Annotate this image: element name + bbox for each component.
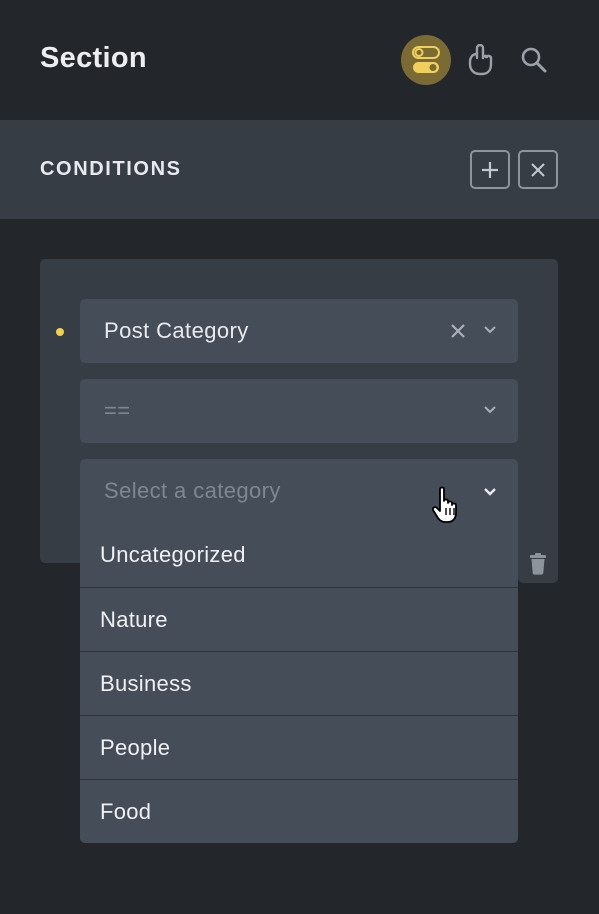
hand-cursor-icon	[432, 486, 457, 523]
toggles-button[interactable]	[401, 35, 451, 85]
toggles-icon	[412, 46, 440, 73]
dropdown-option[interactable]: People	[80, 715, 518, 779]
category-dropdown-menu: Uncategorized Nature Business People Foo…	[80, 523, 518, 843]
dropdown-option[interactable]: Business	[80, 651, 518, 715]
pointer-hand-icon	[468, 44, 493, 76]
search-button[interactable]	[509, 35, 559, 85]
plus-icon	[482, 161, 498, 178]
dropdown-option[interactable]: Food	[80, 779, 518, 843]
chevron-down-icon	[484, 326, 496, 334]
close-icon	[531, 162, 545, 177]
condition-field-select[interactable]: Post Category	[80, 299, 518, 363]
condition-value-placeholder: Select a category	[104, 478, 281, 503]
panel-header: Section	[0, 0, 599, 120]
conditions-bar: CONDITIONS	[0, 120, 599, 219]
chevron-down-icon	[484, 488, 496, 496]
close-conditions-button[interactable]	[518, 150, 558, 189]
dropdown-option[interactable]: Nature	[80, 587, 518, 651]
dropdown-option[interactable]: Uncategorized	[80, 523, 518, 587]
header-icons	[401, 35, 559, 85]
condition-operator-select[interactable]: ==	[80, 379, 518, 443]
condition-field-value: Post Category	[104, 318, 249, 343]
condition-operator-value: ==	[104, 398, 131, 423]
search-icon	[521, 47, 547, 73]
condition-status-dot	[56, 328, 64, 336]
trash-icon[interactable]	[528, 553, 548, 575]
pointer-button[interactable]	[455, 35, 505, 85]
clear-icon[interactable]	[450, 323, 466, 339]
add-condition-button[interactable]	[470, 150, 510, 189]
conditions-title: CONDITIONS	[40, 158, 182, 180]
panel-title: Section	[40, 42, 147, 74]
chevron-down-icon	[484, 406, 496, 414]
